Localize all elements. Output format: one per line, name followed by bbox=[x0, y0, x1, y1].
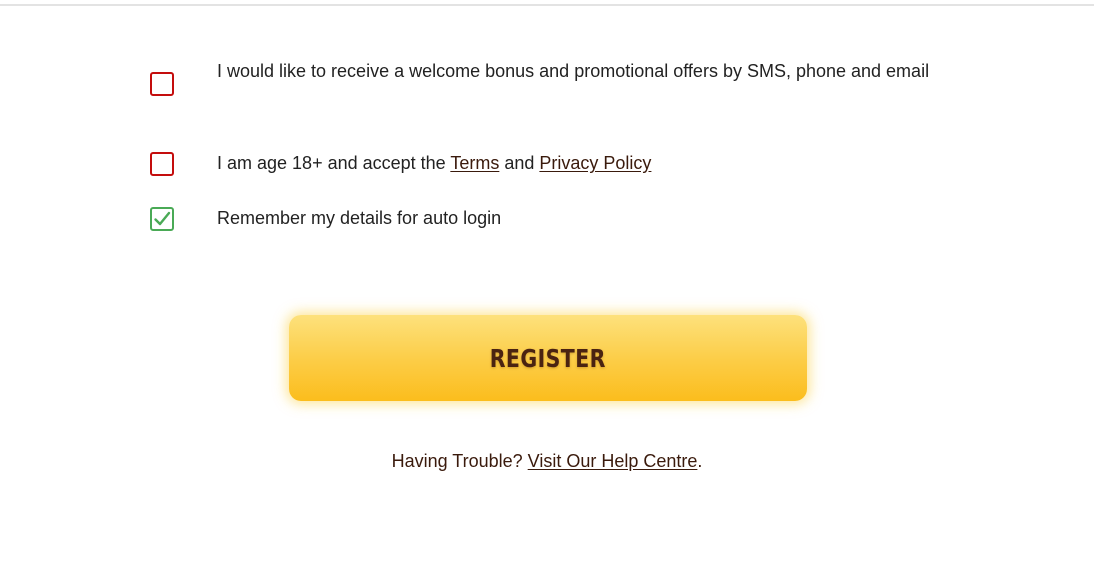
checkmark-icon bbox=[154, 211, 171, 226]
age-terms-label: I am age 18+ and accept the Terms and Pr… bbox=[217, 149, 651, 178]
remember-details-row: Remember my details for auto login bbox=[150, 204, 501, 233]
register-button[interactable]: REGISTER bbox=[289, 315, 807, 401]
age-terms-row: I am age 18+ and accept the Terms and Pr… bbox=[150, 149, 651, 178]
help-centre-link[interactable]: Visit Our Help Centre bbox=[528, 451, 698, 471]
registration-consent-section: I would like to receive a welcome bonus … bbox=[0, 0, 1094, 572]
promo-consent-label: I would like to receive a welcome bonus … bbox=[217, 61, 930, 81]
help-suffix: . bbox=[697, 451, 703, 471]
help-line: Having Trouble? Visit Our Help Centre. bbox=[0, 448, 1094, 474]
top-divider bbox=[0, 4, 1094, 6]
remember-details-checkbox[interactable] bbox=[150, 207, 174, 231]
terms-link[interactable]: Terms bbox=[450, 153, 499, 173]
register-button-label: REGISTER bbox=[489, 343, 607, 373]
age-terms-checkbox[interactable] bbox=[150, 152, 174, 176]
promo-consent-row: I would like to receive a welcome bonus … bbox=[150, 57, 937, 96]
remember-details-label: Remember my details for auto login bbox=[217, 208, 502, 228]
help-prefix: Having Trouble? bbox=[391, 451, 528, 471]
age-terms-prefix: I am age 18+ and accept the bbox=[217, 153, 451, 173]
promo-consent-checkbox[interactable] bbox=[150, 72, 174, 96]
privacy-policy-link[interactable]: Privacy Policy bbox=[539, 153, 651, 173]
age-terms-middle: and bbox=[499, 153, 540, 173]
